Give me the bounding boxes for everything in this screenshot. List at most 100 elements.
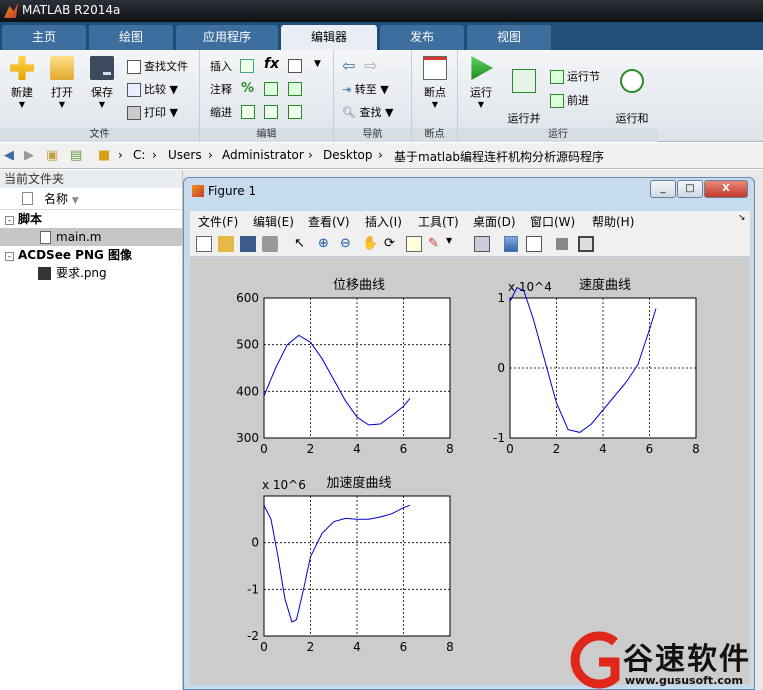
file-name: 要求.png: [56, 266, 107, 280]
comment-button[interactable]: 注释: [210, 81, 232, 99]
fx-icon[interactable]: fx: [264, 56, 279, 72]
y-tick-label: 400: [236, 384, 259, 398]
figure-logo-icon: [192, 185, 204, 197]
data-cursor-icon[interactable]: [406, 236, 422, 252]
menu-desktop[interactable]: 桌面(D): [473, 213, 516, 230]
tab-home[interactable]: 主页: [2, 25, 86, 50]
tab-plots[interactable]: 绘图: [89, 25, 173, 50]
find-button[interactable]: 🔍︎ 查找 ▼: [342, 104, 393, 122]
back-arrow-icon[interactable]: ⇦: [342, 56, 355, 75]
close-button[interactable]: X: [704, 180, 748, 198]
insert-function-icon[interactable]: [288, 59, 302, 73]
zoom-out-icon[interactable]: ⊖: [340, 236, 356, 252]
show-plot-tools-icon[interactable]: [578, 236, 594, 252]
indent-button[interactable]: 缩进: [210, 104, 232, 122]
menu-tools[interactable]: 工具(T): [418, 213, 459, 230]
browse-folder-icon[interactable]: ▤: [70, 148, 82, 163]
app-titlebar: MATLAB R2014a: [0, 0, 763, 22]
y-tick-label: -1: [493, 431, 505, 445]
collapse-minus-icon[interactable]: -: [5, 252, 14, 261]
wrap-comment-icon[interactable]: [288, 82, 302, 96]
open-file-icon[interactable]: [218, 236, 234, 252]
run-section-button[interactable]: 运行节: [550, 68, 600, 86]
menu-insert[interactable]: 插入(I): [365, 213, 402, 230]
menu-edit[interactable]: 编辑(E): [253, 213, 294, 230]
increase-indent-icon[interactable]: [264, 105, 278, 119]
save-figure-icon[interactable]: [240, 236, 256, 252]
colorbar-icon[interactable]: [504, 236, 518, 252]
menu-help[interactable]: 帮助(H): [592, 213, 634, 230]
percent-comment-icon[interactable]: %: [241, 81, 254, 96]
menu-file[interactable]: 文件(F): [198, 213, 238, 230]
pointer-arrow-icon[interactable]: ↖: [294, 236, 310, 252]
breakpoints-button[interactable]: 断点 ▼: [416, 56, 454, 109]
y-tick-label: 300: [236, 431, 259, 445]
brush-chevron-icon[interactable]: ▼: [446, 236, 462, 252]
crumb-c[interactable]: C:: [133, 148, 145, 162]
group-scripts[interactable]: - 脚本: [0, 210, 182, 228]
link-plot-icon[interactable]: [474, 236, 490, 252]
more-insert-chevron-icon[interactable]: ▼: [314, 59, 321, 69]
forward-arrow-icon[interactable]: ⇨: [364, 56, 377, 75]
x-tick-label: 6: [646, 442, 654, 456]
group-png-images[interactable]: - ACDSee PNG 图像: [0, 246, 182, 264]
pan-hand-icon[interactable]: ✋: [362, 236, 378, 252]
print-figure-icon[interactable]: [262, 236, 278, 252]
figure-toolbar: ↖ ⊕ ⊖ ✋ ⟳ ✎ ▼: [190, 231, 750, 257]
menu-view[interactable]: 查看(V): [308, 213, 350, 230]
collapse-minus-icon[interactable]: -: [5, 216, 14, 225]
print-button[interactable]: 打印 ▼: [127, 104, 178, 122]
group-label-run: 运行: [458, 128, 658, 142]
list-item-main-m[interactable]: main.m: [0, 228, 182, 246]
crumb-desktop[interactable]: Desktop: [323, 148, 373, 162]
save-button[interactable]: 保存 ▼: [83, 56, 121, 109]
hide-plot-tools-icon[interactable]: [556, 238, 568, 250]
back-icon[interactable]: ◀: [4, 148, 14, 163]
brush-icon[interactable]: ✎: [428, 236, 444, 252]
insert-section-icon[interactable]: [240, 59, 254, 73]
name-column-header[interactable]: 名称 ▼: [0, 188, 182, 210]
magnifier-icon: 🔍︎: [342, 106, 356, 119]
uncomment-icon[interactable]: [264, 82, 278, 96]
crumb-administrator[interactable]: Administrator: [222, 148, 304, 162]
legend-icon[interactable]: [526, 236, 542, 252]
smart-indent-icon[interactable]: [241, 105, 255, 119]
x-tick-label: 2: [307, 640, 315, 654]
dock-arrow-icon[interactable]: ↘: [738, 213, 746, 223]
open-button[interactable]: 打开 ▼: [43, 56, 81, 109]
list-item-requirements-png[interactable]: 要求.png: [0, 264, 182, 282]
y-tick-label: -1: [247, 582, 259, 596]
run-button[interactable]: 运行 ▼: [462, 56, 500, 109]
tab-view[interactable]: 视图: [467, 25, 551, 50]
goto-button[interactable]: ⇥ 转至 ▼: [342, 81, 389, 99]
advance-button[interactable]: 前进: [550, 92, 589, 110]
save-label: 保存: [91, 86, 113, 99]
x-tick-label: 6: [400, 640, 408, 654]
decrease-indent-icon[interactable]: [288, 105, 302, 119]
zoom-in-icon[interactable]: ⊕: [318, 236, 334, 252]
brand-watermark: 谷速软件 www.gususoft.com: [565, 630, 763, 690]
insert-button[interactable]: 插入: [210, 58, 232, 76]
crumb-separator-icon: ›: [118, 148, 123, 162]
brand-url: www.gususoft.com: [625, 674, 743, 687]
crumb-users[interactable]: Users: [168, 148, 202, 162]
tab-apps[interactable]: 应用程序: [176, 25, 278, 50]
up-folder-icon[interactable]: ▣: [46, 148, 58, 163]
compare-button[interactable]: 比较 ▼: [127, 81, 178, 99]
new-figure-icon[interactable]: [196, 236, 212, 252]
find-files-button[interactable]: 查找文件: [127, 58, 188, 76]
goto-arrow-icon: ⇥: [342, 83, 352, 96]
crumb-project-folder[interactable]: 基于matlab编程连杆机构分析源码程序: [394, 148, 604, 165]
new-button[interactable]: 新建 ▼: [3, 56, 41, 109]
maximize-button[interactable]: □: [677, 180, 703, 198]
tab-publish[interactable]: 发布: [380, 25, 464, 50]
minimize-button[interactable]: _: [650, 180, 676, 198]
tab-editor[interactable]: 编辑器: [281, 25, 377, 50]
velocity-exponent-label: x 10^4: [508, 280, 552, 294]
menu-window[interactable]: 窗口(W): [530, 213, 575, 230]
printer-icon: [127, 106, 141, 120]
ribbon-tabbar: 主页 绘图 应用程序 编辑器 发布 视图: [0, 22, 763, 50]
forward-icon[interactable]: ▶: [24, 148, 34, 163]
rotate-3d-icon[interactable]: ⟳: [384, 236, 400, 252]
compare-label: 比较: [144, 83, 166, 96]
